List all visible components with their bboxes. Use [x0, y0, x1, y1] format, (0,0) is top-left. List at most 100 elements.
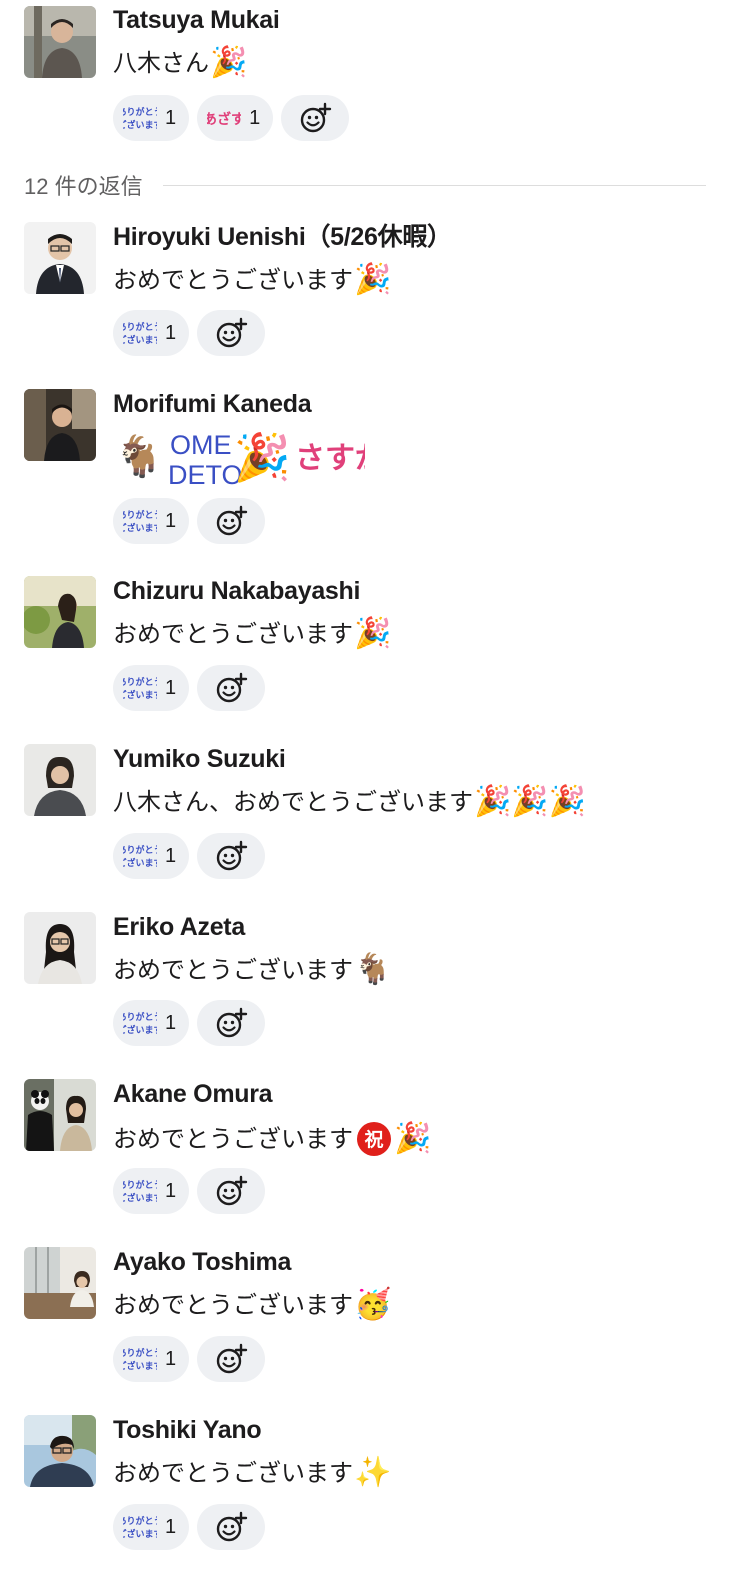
reaction-arigatou[interactable]: ありがとうございます 1: [113, 1000, 190, 1046]
reaction-bar: ありがとうございます 1: [113, 1000, 266, 1046]
goat-icon: 🐐: [354, 952, 392, 987]
sasuga-stamp: さすが: [295, 441, 365, 476]
svg-text:ありがとう: ありがとう: [123, 509, 157, 521]
message-text: おめでとうございます 🎉: [113, 263, 391, 297]
avatar[interactable]: [24, 1415, 96, 1487]
svg-text:さすが: さすが: [295, 441, 365, 476]
author-name[interactable]: Akane Omura: [113, 1079, 273, 1109]
author-name[interactable]: Chizuru Nakabayashi: [113, 576, 360, 606]
message-body: 八木さん、おめでとうございます: [113, 788, 473, 816]
avatar[interactable]: [24, 576, 96, 648]
reaction-arigatou[interactable]: ありがとうございます 1: [113, 498, 190, 544]
divider-line: [162, 184, 706, 186]
message-text: おめでとうございます 🐐: [113, 953, 391, 987]
reaction-arigatou[interactable]: ありがとう ございます 1: [113, 95, 190, 141]
party-popper-icon: 🎉: [354, 262, 392, 297]
author-name[interactable]: Toshiki Yano: [113, 1415, 262, 1445]
reaction-arigatou[interactable]: ありがとうございます 1: [113, 1504, 190, 1550]
reaction-bar: ありがとうございます 1: [113, 310, 266, 356]
svg-text:OME: OME: [170, 430, 232, 460]
arigatou-stamp-icon: ありがとう ございます: [123, 106, 157, 131]
reaction-count: 1: [165, 1347, 177, 1370]
svg-text:ございます: ございます: [123, 857, 157, 869]
add-reaction-button[interactable]: [197, 310, 266, 356]
reaction-bar: ありがとうございます 1: [113, 833, 266, 879]
reply-message: Chizuru Nakabayashi おめでとうございます🎉 ありがとうござい…: [0, 575, 740, 735]
reaction-arigatou[interactable]: ありがとうございます 1: [113, 1168, 190, 1214]
add-reaction-button[interactable]: [197, 1000, 266, 1046]
message-body: 八木さん: [113, 49, 209, 77]
reaction-bar: ありがとうございます 1: [113, 1336, 266, 1382]
avatar[interactable]: [24, 912, 96, 984]
avatar[interactable]: [24, 1079, 96, 1151]
reaction-arigatou[interactable]: ありがとうございます 1: [113, 310, 190, 356]
avatar[interactable]: [24, 744, 96, 816]
reaction-arigatou[interactable]: ありがとうございます 1: [113, 833, 190, 879]
message-text: おめでとうございます 祝 🎉: [113, 1120, 431, 1158]
arigatou-stamp-icon: ありがとうございます: [123, 321, 157, 346]
svg-text:祝: 祝: [364, 1128, 383, 1151]
add-reaction-button[interactable]: [197, 665, 266, 711]
party-popper-icon: 🎉: [354, 616, 392, 651]
add-reaction-button[interactable]: [197, 1168, 266, 1214]
reaction-count: 1: [165, 106, 177, 129]
message-text: おめでとうございます 🎉: [113, 617, 391, 651]
author-name[interactable]: Yumiko Suzuki: [113, 744, 286, 774]
arigatou-stamp-icon: ありがとうございます: [123, 844, 157, 869]
party-popper-icon: 🎉: [233, 430, 292, 484]
author-name[interactable]: Morifumi Kaneda: [113, 389, 312, 419]
svg-text:ございます: ございます: [123, 1024, 157, 1036]
svg-text:ございます: ございます: [123, 1360, 157, 1372]
party-popper-icon: 🎉🎉🎉: [474, 784, 587, 819]
avatar[interactable]: [24, 389, 96, 461]
arigatou-stamp-icon: ありがとうございます: [123, 509, 157, 534]
reaction-count: 1: [165, 1179, 177, 1202]
message-text: おめでとうございます ✨: [113, 1456, 391, 1490]
add-reaction-button[interactable]: [197, 1504, 266, 1550]
add-reaction-icon: [216, 1007, 248, 1038]
arigatou-stamp-icon: ありがとうございます: [123, 676, 157, 701]
reaction-count: 1: [165, 676, 177, 699]
partying-face-icon: 🥳: [354, 1287, 392, 1322]
add-reaction-icon: [216, 317, 248, 348]
svg-text:ありがとう: ありがとう: [123, 676, 157, 688]
svg-text:ございます: ございます: [123, 689, 157, 701]
reaction-count: 1: [249, 106, 261, 129]
add-reaction-icon: [301, 102, 332, 133]
reaction-arigatou[interactable]: ありがとうございます 1: [113, 1336, 190, 1382]
add-reaction-icon: [216, 1511, 248, 1542]
svg-text:ございます: ございます: [123, 1192, 157, 1204]
avatar[interactable]: [24, 6, 96, 78]
add-reaction-icon: [216, 1343, 248, 1374]
message-body: おめでとうございます: [113, 956, 353, 984]
add-reaction-button[interactable]: [197, 833, 266, 879]
message-body: おめでとうございます: [113, 620, 353, 648]
avatar[interactable]: [24, 1247, 96, 1319]
svg-text:ありがとう: ありがとう: [123, 1011, 157, 1023]
message-text: 八木さん、おめでとうございます 🎉🎉🎉: [113, 785, 586, 819]
author-name[interactable]: Hiroyuki Uenishi（5/26休暇）: [113, 222, 452, 252]
arigatou-stamp-icon: ありがとうございます: [123, 1011, 157, 1036]
sparkles-icon: ✨: [354, 1455, 392, 1490]
reply-message: Hiroyuki Uenishi（5/26休暇） おめでとうございます🎉 ありが…: [0, 221, 740, 381]
party-popper-icon: 🎉: [210, 45, 248, 80]
reaction-azasu[interactable]: あざす 1: [197, 95, 274, 141]
reaction-bar: ありがとうございます 1: [113, 1168, 266, 1214]
add-reaction-button[interactable]: [197, 498, 266, 544]
reaction-arigatou[interactable]: ありがとうございます 1: [113, 665, 190, 711]
arigatou-stamp-icon: ありがとうございます: [123, 1515, 157, 1540]
goat-icon: 🐐: [114, 434, 164, 480]
add-reaction-button[interactable]: [281, 95, 350, 141]
svg-text:ございます: ございます: [123, 334, 157, 346]
author-name[interactable]: Tatsuya Mukai: [113, 5, 280, 35]
message-text: 🐐 OME DETO 🎉 さすが: [113, 426, 365, 488]
author-name[interactable]: Ayako Toshima: [113, 1247, 291, 1277]
svg-text:ありがとう: ありがとう: [123, 106, 157, 118]
avatar[interactable]: [24, 222, 96, 294]
add-reaction-button[interactable]: [197, 1336, 266, 1382]
message-body: おめでとうございます: [113, 1459, 353, 1487]
reaction-count: 1: [165, 321, 177, 344]
author-name[interactable]: Eriko Azeta: [113, 912, 245, 942]
svg-text:ございます: ございます: [123, 1528, 157, 1540]
svg-text:ありがとう: ありがとう: [123, 1347, 157, 1359]
